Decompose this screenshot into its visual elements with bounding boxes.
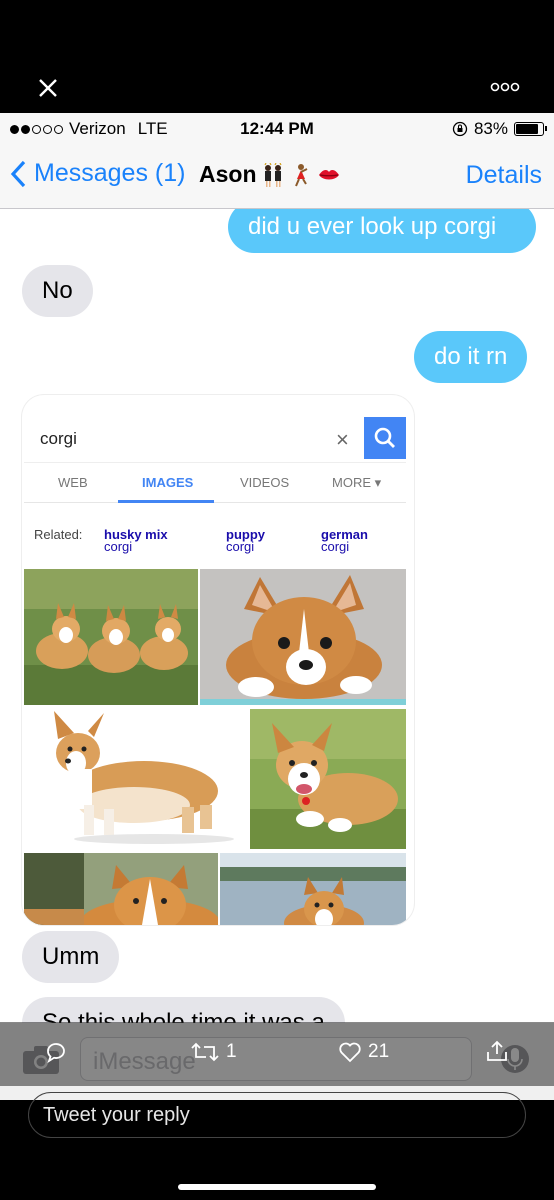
close-button[interactable] — [32, 72, 64, 104]
related-link: corgi german — [321, 527, 368, 554]
tweet-action-bar: 1 21 — [0, 1022, 554, 1086]
dancers-emoji-icon — [263, 162, 282, 187]
google-query: corgi — [40, 429, 77, 448]
reply-action[interactable] — [44, 1040, 74, 1064]
related-label: Related: — [34, 527, 83, 542]
battery-info: 83% — [452, 119, 547, 139]
heart-icon — [339, 1042, 361, 1063]
search-button — [364, 417, 406, 459]
corgi-photo — [200, 569, 406, 705]
google-tab-more: MORE ▾ — [332, 475, 382, 490]
contact-name: Ason — [199, 161, 257, 187]
retweet-action[interactable]: 1 — [190, 1040, 237, 1064]
reply-placeholder: Tweet your reply — [43, 1104, 190, 1126]
like-action[interactable]: 21 — [338, 1040, 389, 1064]
reply-bar: Tweet your reply — [0, 1092, 554, 1200]
google-tab-images: IMAGES — [142, 475, 194, 490]
tweet-image[interactable]: Verizon LTE 12:44 PM 83% Messages (1) As… — [0, 113, 554, 1100]
google-search-bar: corgi × — [24, 417, 406, 463]
details-button[interactable]: Details — [466, 161, 542, 190]
related-link: corgi husky mix — [104, 527, 168, 554]
retweet-count: 1 — [226, 1041, 237, 1062]
ios-status-bar: Verizon LTE 12:44 PM 83% — [0, 113, 554, 145]
clear-icon: × — [336, 427, 349, 452]
back-button[interactable]: Messages (1) — [10, 159, 185, 188]
reply-icon — [47, 1043, 65, 1064]
dancer-emoji-icon — [294, 163, 307, 186]
messages-nav-bar: Messages (1) Ason Details — [0, 145, 554, 209]
search-icon — [374, 427, 395, 448]
conversation[interactable]: did u ever look up corgi No do it rn cor… — [0, 209, 554, 1100]
share-icon — [487, 1040, 507, 1061]
google-related-searches: Related: corgi husky mix corgi puppy cor… — [22, 515, 414, 555]
message-bubble-outgoing[interactable]: do it rn — [414, 331, 528, 383]
chevron-left-icon — [10, 160, 26, 187]
more-icon — [490, 82, 520, 92]
message-bubble-incoming[interactable]: No — [22, 265, 93, 317]
google-tab-videos: VIDEOS — [240, 475, 290, 490]
share-action[interactable] — [484, 1038, 510, 1069]
battery-percent: 83% — [473, 119, 508, 138]
google-tab-web: WEB — [58, 475, 88, 490]
corgi-photo — [220, 853, 406, 925]
message-bubble-outgoing[interactable]: did u ever look up corgi — [228, 209, 536, 253]
close-icon — [39, 79, 57, 97]
active-tab-indicator — [118, 500, 214, 503]
kiss-mark-emoji-icon — [318, 169, 339, 179]
viewer-top-bar — [0, 0, 554, 113]
more-button[interactable] — [490, 80, 520, 94]
back-label: Messages (1) — [34, 159, 186, 187]
rotation-lock-icon — [452, 121, 468, 137]
google-tab-more-label: MORE — [332, 475, 371, 490]
tweet-reply-input[interactable]: Tweet your reply — [28, 1092, 526, 1138]
message-bubble-incoming[interactable]: Umm — [22, 931, 120, 983]
corgi-photo — [250, 709, 406, 849]
image-message-google-screenshot[interactable]: corgi × WEB IMAGES VIDEOS MORE ▾ Related… — [22, 395, 414, 925]
corgi-photo — [24, 709, 248, 849]
contact-title[interactable]: Ason — [199, 161, 341, 188]
retweet-icon — [191, 1042, 219, 1062]
corgi-photo — [24, 853, 218, 925]
home-indicator — [178, 1184, 376, 1190]
google-image-results — [22, 569, 414, 925]
like-count: 21 — [368, 1041, 390, 1062]
related-link: corgi puppy — [226, 527, 265, 554]
google-tabs: WEB IMAGES VIDEOS MORE ▾ — [24, 463, 406, 503]
corgi-photo — [24, 569, 198, 705]
battery-icon — [514, 122, 547, 136]
